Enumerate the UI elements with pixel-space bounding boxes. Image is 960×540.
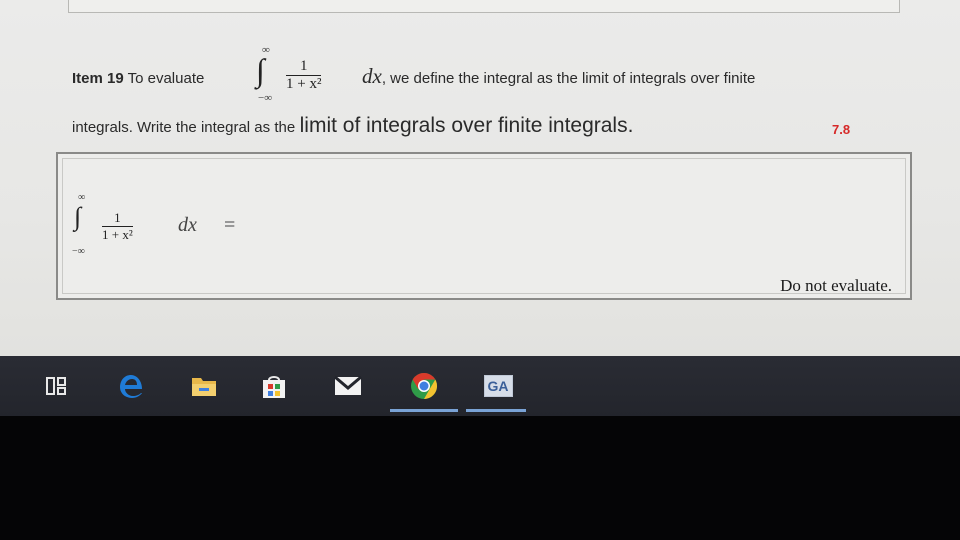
do-not-evaluate-note: Do not evaluate.: [780, 276, 892, 295]
integral-lower-limit: −∞: [258, 92, 273, 104]
answer-integrand-numerator: 1: [102, 210, 133, 227]
ga-active-indicator: [466, 409, 526, 412]
mail-icon[interactable]: [332, 370, 364, 402]
ga-app-icon[interactable]: GA: [482, 370, 514, 402]
question-line-2: integrals. Write the integral as the lim…: [72, 114, 892, 144]
equals-sign: =: [224, 214, 236, 236]
file-explorer-icon[interactable]: [188, 370, 220, 402]
chrome-active-indicator: [390, 409, 458, 412]
answer-integrand-fraction: 1 1 + x²: [102, 210, 133, 243]
question-line-1: Item 19 To evaluate ∞ ∫ −∞ 1 1 + x² dx, …: [72, 44, 892, 104]
previous-answer-box-edge: [68, 0, 900, 13]
edge-icon[interactable]: [116, 370, 148, 402]
answer-integral-differential: dx: [178, 214, 197, 236]
question-page: Item 19 To evaluate ∞ ∫ −∞ 1 1 + x² dx, …: [0, 0, 960, 356]
task-view-icon[interactable]: [40, 370, 72, 402]
line2-small-text: integrals. Write the integral as the: [72, 119, 296, 136]
score-value: 7.8: [832, 122, 851, 137]
item-label: Item 19 To evaluate: [72, 70, 204, 87]
intro-text: To evaluate: [127, 70, 205, 87]
chrome-icon[interactable]: [408, 370, 440, 402]
answer-integral-sign-icon: ∫: [74, 202, 82, 231]
store-icon[interactable]: [258, 370, 290, 402]
ga-app-label: GA: [483, 375, 513, 397]
line2-big-text: limit of integrals over finite integrals…: [299, 114, 634, 137]
answer-input-box[interactable]: ∞ ∫ −∞ 1 1 + x² dx = Do not evaluate.: [56, 152, 912, 300]
integral-differential: dx: [362, 64, 382, 88]
taskbar: GA: [0, 356, 960, 416]
integrand-denominator: 1 + x²: [286, 76, 322, 92]
answer-integral-lower-limit: −∞: [72, 246, 85, 257]
integrand-numerator: 1: [286, 58, 322, 76]
screen-bezel: [0, 416, 960, 540]
line1-text: , we define the integral as the limit of…: [381, 70, 756, 87]
answer-integrand-denominator: 1 + x²: [102, 227, 133, 242]
question-line-1-rest: dx, we define the integral as the limit …: [362, 64, 755, 89]
item-number: Item 19: [72, 70, 124, 87]
integrand-fraction: 1 1 + x²: [286, 58, 322, 93]
integral-sign-icon: ∫: [256, 52, 265, 88]
